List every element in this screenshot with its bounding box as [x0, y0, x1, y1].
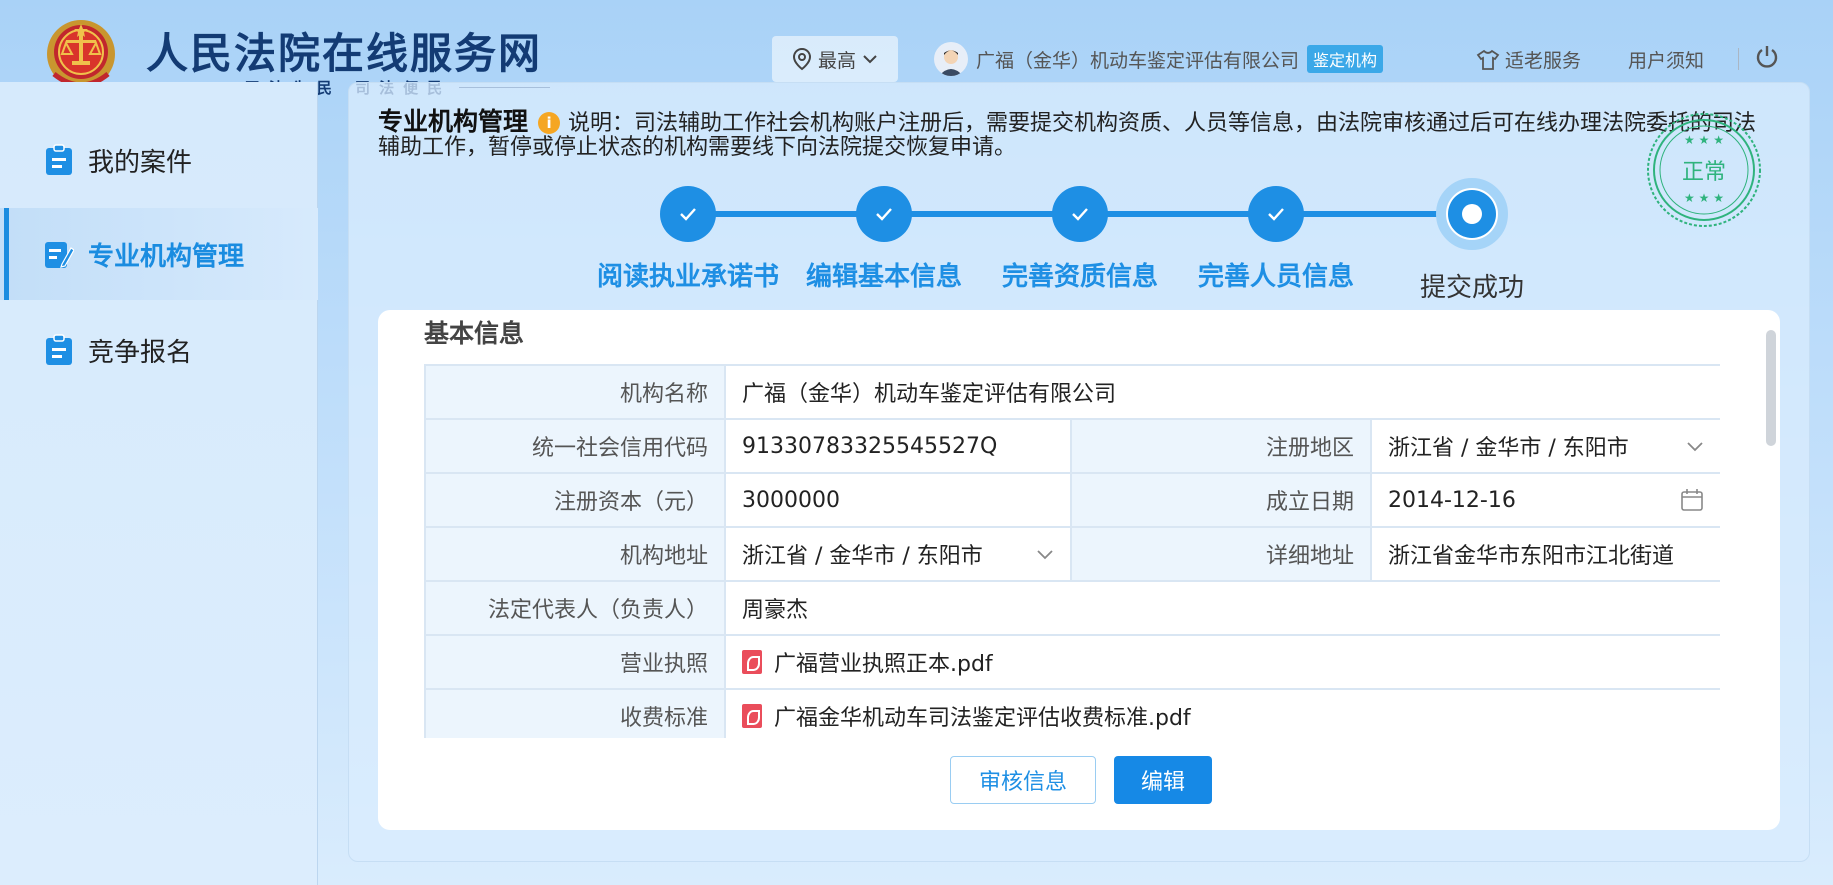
pdf-file-icon: [742, 650, 762, 674]
capital-label: 注册资本（元）: [424, 472, 726, 528]
shirt-icon: [1476, 49, 1500, 70]
status-stamp: ★ ★ ★ 正常 ★ ★ ★: [1647, 113, 1761, 227]
chevron-down-icon: [1687, 442, 1703, 452]
step-label: 阅读执业承诺书: [596, 262, 779, 292]
table-row: 注册资本（元） 3000000 成立日期 2014-12-16: [424, 472, 1720, 528]
org-name-label: 机构名称: [424, 364, 726, 420]
address-value: 浙江省 / 金华市 / 东阳市: [742, 544, 983, 569]
check-icon: [680, 208, 696, 221]
site-title: 人民法院在线服务网: [146, 29, 543, 78]
table-row: 机构名称 广福（金华）机动车鉴定评估有限公司: [424, 364, 1720, 420]
step-label: 完善人员信息: [1197, 262, 1354, 292]
notice-text: 说明：司法辅助工作社会机构账户注册后，需要提交机构资质、人员等信息，由法院审核通…: [378, 111, 1757, 160]
clipboard-icon: [46, 334, 72, 365]
review-info-button[interactable]: 审核信息: [950, 756, 1096, 804]
check-icon: [1072, 208, 1088, 221]
step-label: 编辑基本信息: [805, 262, 962, 292]
card-title: 基本信息: [424, 319, 525, 348]
sidebar-item-label: 专业机构管理: [88, 241, 245, 272]
basic-info-card: 基本信息 机构名称 广福（金华）机动车鉴定评估有限公司 统一社会信用代码 913…: [378, 310, 1780, 830]
found-date-value: 2014-12-16: [1388, 487, 1516, 513]
region-value: 浙江省 / 金华市 / 东阳市: [1388, 436, 1629, 461]
user-avatar-icon: [939, 50, 963, 76]
found-date-label: 成立日期: [1070, 472, 1372, 528]
user-notice-link[interactable]: 用户须知: [1628, 46, 1704, 73]
elder-service-label: 适老服务: [1505, 50, 1582, 72]
step-label: 提交成功: [1419, 273, 1524, 303]
found-date-picker[interactable]: 2014-12-16: [1369, 472, 1720, 528]
step-label: 完善资质信息: [1001, 262, 1158, 292]
table-row: 营业执照 广福营业执照正本.pdf: [424, 634, 1720, 690]
capital-value: 3000000: [724, 472, 1072, 528]
fee-file-name: 广福金华机动车司法鉴定评估收费标准.pdf: [774, 706, 1191, 731]
current-step-dot: [1448, 190, 1496, 238]
edit-document-icon: [45, 242, 74, 268]
pdf-file-icon: [742, 704, 762, 728]
edit-button[interactable]: 编辑: [1114, 756, 1212, 804]
page-title: 专业机构管理: [378, 107, 529, 136]
avatar: [934, 42, 968, 76]
info-icon: i: [538, 112, 561, 134]
user-account[interactable]: 广福（金华）机动车鉴定评估有限公司 鉴定机构: [934, 42, 1384, 76]
table-row: 机构地址 浙江省 / 金华市 / 东阳市 详细地址 浙江省金华市东阳市江北街道: [424, 526, 1720, 582]
sidebar-item-my-cases[interactable]: 我的案件: [0, 114, 318, 206]
credit-code-label: 统一社会信用代码: [424, 418, 726, 474]
step-4-done: [1248, 186, 1304, 242]
chevron-down-icon: [863, 55, 877, 64]
location-pin-icon: [792, 47, 811, 71]
check-icon: [1268, 208, 1284, 221]
logout-power-icon[interactable]: [1754, 44, 1780, 70]
license-file-cell: 广福营业执照正本.pdf: [723, 634, 1720, 690]
address-select[interactable]: 浙江省 / 金华市 / 东阳市: [724, 526, 1072, 582]
step-3-done: [1052, 186, 1108, 242]
fee-label: 收费标准: [424, 688, 726, 738]
top-header: 人民法院在线服务网 司法为民 司法便民 最高 广福（金华）机动车鉴定评估有限公司…: [0, 0, 1833, 97]
stamp-text: 正常: [1682, 160, 1726, 185]
credit-code-value: 91330783325545527Q: [724, 418, 1072, 474]
license-file-name: 广福营业执照正本.pdf: [774, 652, 993, 677]
fee-file-cell: 广福金华机动车司法鉴定评估收费标准.pdf: [723, 688, 1720, 738]
check-icon: [876, 208, 892, 221]
sidebar-item-org-management[interactable]: 专业机构管理: [0, 208, 318, 300]
table-row: 法定代表人（负责人） 周豪杰: [424, 580, 1720, 636]
sidebar-item-label: 我的案件: [88, 147, 193, 178]
elder-service-link[interactable]: 适老服务: [1476, 46, 1581, 73]
user-name: 广福（金华）机动车鉴定评估有限公司: [976, 49, 1300, 72]
fee-file-link[interactable]: 广福金华机动车司法鉴定评估收费标准.pdf: [742, 700, 1704, 732]
legal-rep-label: 法定代表人（负责人）: [424, 580, 726, 636]
table-row: 收费标准 广福金华机动车司法鉴定评估收费标准.pdf: [424, 688, 1720, 738]
sidebar-item-competition-signup[interactable]: 竞争报名: [0, 304, 318, 396]
step-1-done: [660, 186, 716, 242]
sidebar-item-label: 竞争报名: [88, 337, 193, 368]
instruction-notice: 专业机构管理 i 说明：司法辅助工作社会机构账户注册后，需要提交机构资质、人员等信息…: [378, 107, 1778, 160]
info-table: 机构名称 广福（金华）机动车鉴定评估有限公司 统一社会信用代码 91330783…: [424, 364, 1720, 738]
clipboard-icon: [46, 144, 72, 175]
user-role-badge: 鉴定机构: [1307, 45, 1384, 73]
court-level-label: 最高: [817, 49, 856, 72]
card-scrollbar[interactable]: [1766, 330, 1776, 446]
address-label: 机构地址: [424, 526, 726, 582]
license-file-link[interactable]: 广福营业执照正本.pdf: [742, 646, 1704, 678]
org-name-value: 广福（金华）机动车鉴定评估有限公司: [723, 364, 1720, 420]
license-label: 营业执照: [424, 634, 726, 690]
stamp-stars-bottom: ★ ★ ★: [1684, 191, 1724, 205]
region-label: 注册地区: [1070, 418, 1372, 474]
region-select[interactable]: 浙江省 / 金华市 / 东阳市: [1369, 418, 1720, 474]
step-2-done: [856, 186, 912, 242]
legal-rep-value: 周豪杰: [723, 580, 1720, 636]
info-table-container[interactable]: 机构名称 广福（金华）机动车鉴定评估有限公司 统一社会信用代码 91330783…: [424, 364, 1720, 738]
chevron-down-icon: [1037, 550, 1053, 560]
court-level-selector[interactable]: 最高: [772, 36, 898, 82]
detail-address-value: 浙江省金华市东阳市江北街道: [1369, 526, 1720, 582]
header-divider: [1738, 48, 1739, 70]
table-row: 统一社会信用代码 91330783325545527Q 注册地区 浙江省 / 金…: [424, 418, 1720, 474]
detail-address-label: 详细地址: [1070, 526, 1372, 582]
step-5-current: [1436, 178, 1508, 250]
stamp-stars-top: ★ ★ ★: [1684, 133, 1724, 147]
sidebar: 我的案件 专业机构管理 竞争报名: [0, 82, 318, 885]
calendar-icon: [1681, 489, 1703, 511]
